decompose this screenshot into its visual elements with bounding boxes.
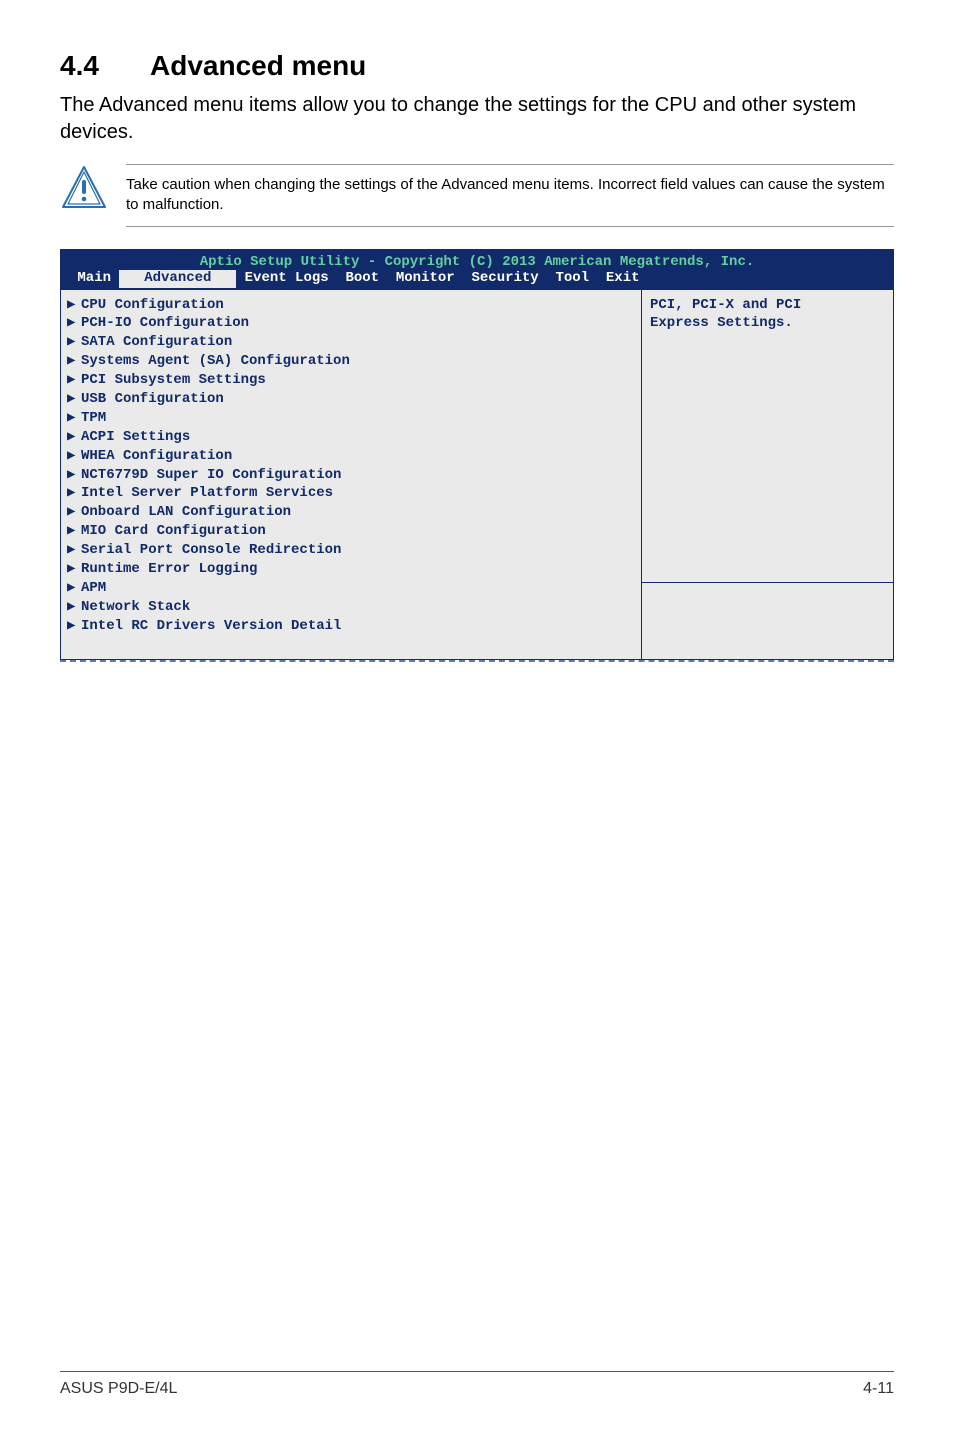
menu-intel-server-platform[interactable]: ▶Intel Server Platform Services (67, 484, 635, 503)
chevron-right-icon: ▶ (67, 617, 81, 636)
tab-advanced[interactable]: Advanced (132, 270, 224, 288)
tabs-rest[interactable]: Event Logs Boot Monitor Security Tool Ex… (236, 270, 639, 286)
menu-apm[interactable]: ▶APM (67, 579, 635, 598)
menu-serial-port-redirection[interactable]: ▶Serial Port Console Redirection (67, 541, 635, 560)
bios-screenshot: Aptio Setup Utility - Copyright (C) 2013… (60, 249, 894, 660)
bios-header: Aptio Setup Utility - Copyright (C) 2013… (61, 250, 893, 290)
section-heading: 4.4Advanced menu (60, 50, 894, 82)
menu-onboard-lan[interactable]: ▶Onboard LAN Configuration (67, 503, 635, 522)
chevron-right-icon: ▶ (67, 598, 81, 617)
menu-pch-io-configuration[interactable]: ▶PCH-IO Configuration (67, 314, 635, 333)
chevron-right-icon: ▶ (67, 371, 81, 390)
page-footer: ASUS P9D-E/4L 4-11 (60, 1371, 894, 1398)
chevron-right-icon: ▶ (67, 314, 81, 333)
menu-whea-configuration[interactable]: ▶WHEA Configuration (67, 447, 635, 466)
menu-intel-rc-drivers[interactable]: ▶Intel RC Drivers Version Detail (67, 617, 635, 636)
chevron-right-icon: ▶ (67, 333, 81, 352)
menu-pci-subsystem-settings[interactable]: ▶PCI Subsystem Settings (67, 371, 635, 390)
tab-main[interactable]: Main (69, 270, 119, 286)
bios-body: ▶CPU Configuration ▶PCH-IO Configuration… (61, 290, 893, 659)
bios-help-pane: PCI, PCI-X and PCI Express Settings. (642, 290, 893, 659)
footer-product: ASUS P9D-E/4L (60, 1380, 177, 1398)
footer-page-number: 4-11 (863, 1380, 894, 1398)
caution-icon (60, 164, 108, 217)
section-number: 4.4 (60, 50, 150, 82)
help-divider (642, 582, 893, 653)
menu-sata-configuration[interactable]: ▶SATA Configuration (67, 333, 635, 352)
menu-mio-card-configuration[interactable]: ▶MIO Card Configuration (67, 522, 635, 541)
menu-systems-agent-configuration[interactable]: ▶Systems Agent (SA) Configuration (67, 352, 635, 371)
bios-menu-list: ▶CPU Configuration ▶PCH-IO Configuration… (61, 290, 642, 659)
help-line-2: Express Settings. (650, 314, 885, 333)
chevron-right-icon: ▶ (67, 352, 81, 371)
section-title: Advanced menu (150, 50, 366, 81)
chevron-right-icon: ▶ (67, 484, 81, 503)
menu-tpm[interactable]: ▶TPM (67, 409, 635, 428)
chevron-right-icon: ▶ (67, 409, 81, 428)
caution-text: Take caution when changing the settings … (126, 164, 894, 227)
menu-network-stack[interactable]: ▶Network Stack (67, 598, 635, 617)
intro-paragraph: The Advanced menu items allow you to cha… (60, 92, 894, 146)
chevron-right-icon: ▶ (67, 428, 81, 447)
bios-title: Aptio Setup Utility - Copyright (C) 2013… (69, 254, 885, 270)
menu-nct6779d-super-io[interactable]: ▶NCT6779D Super IO Configuration (67, 466, 635, 485)
bios-cutoff-line (60, 660, 894, 662)
chevron-right-icon: ▶ (67, 447, 81, 466)
chevron-right-icon: ▶ (67, 296, 81, 315)
caution-callout: Take caution when changing the settings … (60, 164, 894, 227)
bios-tabs: Main Advanced Event Logs Boot Monitor Se… (69, 270, 885, 286)
menu-usb-configuration[interactable]: ▶USB Configuration (67, 390, 635, 409)
chevron-right-icon: ▶ (67, 503, 81, 522)
chevron-right-icon: ▶ (67, 466, 81, 485)
chevron-right-icon: ▶ (67, 522, 81, 541)
menu-acpi-settings[interactable]: ▶ACPI Settings (67, 428, 635, 447)
chevron-right-icon: ▶ (67, 560, 81, 579)
chevron-right-icon: ▶ (67, 390, 81, 409)
chevron-right-icon: ▶ (67, 579, 81, 598)
help-line-1: PCI, PCI-X and PCI (650, 296, 885, 315)
menu-cpu-configuration[interactable]: ▶CPU Configuration (67, 296, 635, 315)
menu-runtime-error-logging[interactable]: ▶Runtime Error Logging (67, 560, 635, 579)
chevron-right-icon: ▶ (67, 541, 81, 560)
